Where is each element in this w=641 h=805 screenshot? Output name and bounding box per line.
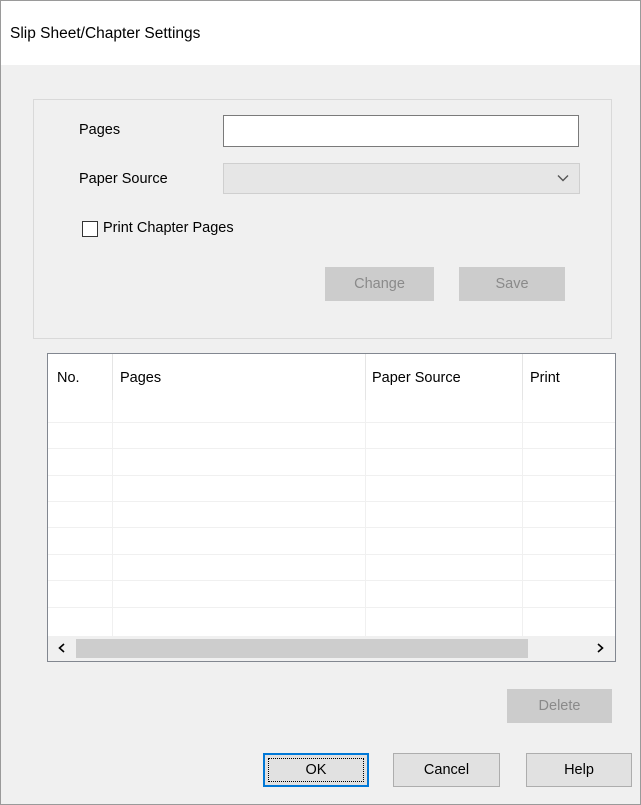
scrollbar-thumb[interactable] xyxy=(76,639,528,658)
column-gridline xyxy=(522,400,523,636)
scroll-right-arrow-icon[interactable] xyxy=(594,642,606,654)
save-button[interactable]: Save xyxy=(459,267,565,301)
column-header-pages[interactable]: Pages xyxy=(120,370,161,386)
row-gridline xyxy=(48,580,615,581)
column-header-no[interactable]: No. xyxy=(57,370,80,386)
column-header-print[interactable]: Print xyxy=(530,370,560,386)
header-divider xyxy=(522,354,523,400)
row-gridline xyxy=(48,501,615,502)
column-gridline xyxy=(112,400,113,636)
chevron-down-icon xyxy=(557,175,569,182)
cancel-button[interactable]: Cancel xyxy=(393,753,500,787)
title-bar: Slip Sheet/Chapter Settings xyxy=(1,1,640,65)
row-gridline xyxy=(48,448,615,449)
column-header-paper-source[interactable]: Paper Source xyxy=(372,370,461,386)
ok-button[interactable]: OK xyxy=(263,753,369,787)
row-gridline xyxy=(48,554,615,555)
slip-sheet-chapter-dialog: Slip Sheet/Chapter Settings Pages Paper … xyxy=(0,0,641,805)
header-divider xyxy=(365,354,366,400)
row-gridline xyxy=(48,475,615,476)
row-gridline xyxy=(48,607,615,608)
chapter-list-table[interactable]: No. Pages Paper Source Print xyxy=(47,353,616,662)
dialog-title: Slip Sheet/Chapter Settings xyxy=(10,25,201,42)
horizontal-scrollbar[interactable] xyxy=(48,636,615,661)
pages-input[interactable] xyxy=(223,115,579,147)
paper-source-label: Paper Source xyxy=(79,171,168,187)
print-chapter-pages-label[interactable]: Print Chapter Pages xyxy=(103,220,234,236)
delete-button[interactable]: Delete xyxy=(507,689,612,723)
paper-source-dropdown[interactable] xyxy=(223,163,580,194)
scroll-left-arrow-icon[interactable] xyxy=(56,642,68,654)
focus-rectangle xyxy=(268,758,364,782)
row-gridline xyxy=(48,527,615,528)
pages-label: Pages xyxy=(79,122,121,138)
print-chapter-pages-checkbox[interactable] xyxy=(82,221,98,237)
help-button[interactable]: Help xyxy=(526,753,632,787)
column-gridline xyxy=(365,400,366,636)
header-divider xyxy=(112,354,113,400)
change-button[interactable]: Change xyxy=(325,267,434,301)
row-gridline xyxy=(48,422,615,423)
